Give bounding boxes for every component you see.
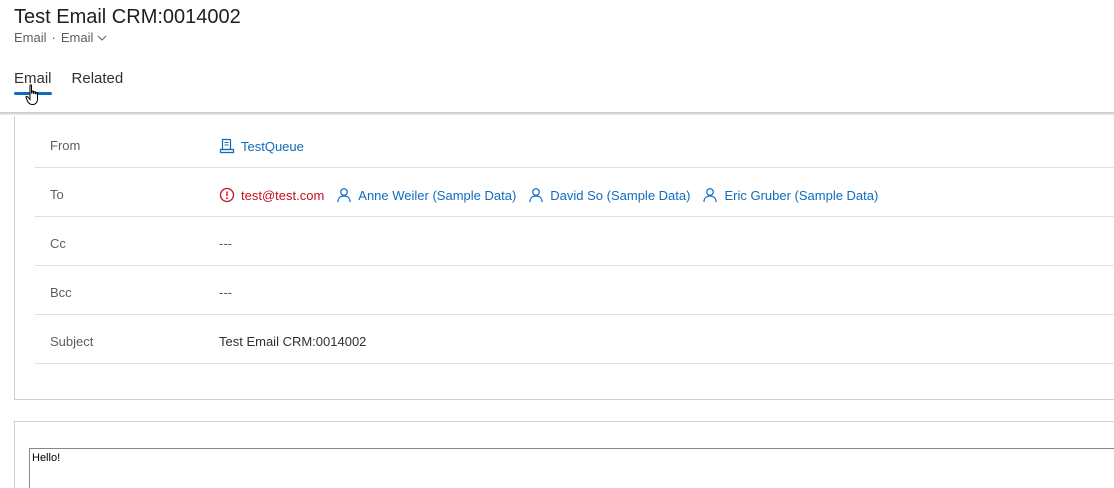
field-row-to: To test@test.com Anne Weiler (Sample Dat… (35, 168, 1114, 217)
email-body-section: Hello! (14, 421, 1114, 488)
entity-name: Email (14, 30, 47, 45)
form-selector[interactable]: Email (61, 30, 108, 45)
field-row-subject: Subject Test Email CRM:0014002 (35, 315, 1114, 364)
recipient-text: David So (Sample Data) (550, 187, 691, 203)
recipient-text: Eric Gruber (Sample Data) (724, 187, 879, 203)
email-body-text: Hello! (32, 452, 61, 464)
person-icon (337, 188, 351, 203)
person-icon (529, 188, 543, 203)
bcc-value[interactable]: --- (219, 285, 232, 300)
subject-label: Subject (50, 334, 94, 349)
field-row-from: From TestQueue (35, 119, 1114, 168)
from-value: TestQueue (219, 138, 304, 154)
recipient-eric-gruber[interactable]: Eric Gruber (Sample Data) (702, 187, 878, 203)
email-fields-section: From TestQueue To test@test.com Anne Wei… (14, 116, 1114, 400)
email-body-editor[interactable]: Hello! (29, 448, 1114, 488)
from-lookup-link[interactable]: TestQueue (219, 138, 304, 154)
form-selector-label: Email (60, 30, 94, 45)
hand-cursor-icon (25, 84, 38, 105)
record-header: Test Email CRM:0014002 Email · Email Ema… (0, 0, 1114, 114)
field-row-bcc: Bcc --- (35, 266, 1114, 315)
cc-value[interactable]: --- (219, 236, 232, 251)
subject-value[interactable]: Test Email CRM:0014002 (219, 334, 366, 349)
from-lookup-text: TestQueue (241, 138, 304, 154)
to-label: To (50, 187, 64, 202)
page-title: Test Email CRM:0014002 (14, 6, 241, 28)
subtitle-separator: · (51, 30, 56, 45)
recipient-david-so[interactable]: David So (Sample Data) (528, 187, 690, 203)
record-subtitle: Email · Email (14, 30, 107, 45)
recipient-anne-weiler[interactable]: Anne Weiler (Sample Data) (336, 187, 516, 203)
header-divider (0, 112, 1114, 115)
recipient-text: Anne Weiler (Sample Data) (358, 187, 517, 203)
from-label: From (50, 138, 81, 153)
bcc-label: Bcc (50, 285, 72, 300)
to-value: test@test.com Anne Weiler (Sample Data) … (219, 187, 878, 203)
person-icon (703, 188, 718, 203)
queue-icon (219, 138, 235, 154)
recipient-unresolved[interactable]: test@test.com (219, 187, 324, 203)
chevron-down-icon (98, 35, 107, 41)
cc-label: Cc (50, 236, 66, 251)
error-circle-icon (219, 187, 235, 203)
field-row-cc: Cc --- (35, 217, 1114, 266)
tab-related[interactable]: Related (72, 70, 124, 95)
recipient-text: test@test.com (241, 187, 325, 203)
